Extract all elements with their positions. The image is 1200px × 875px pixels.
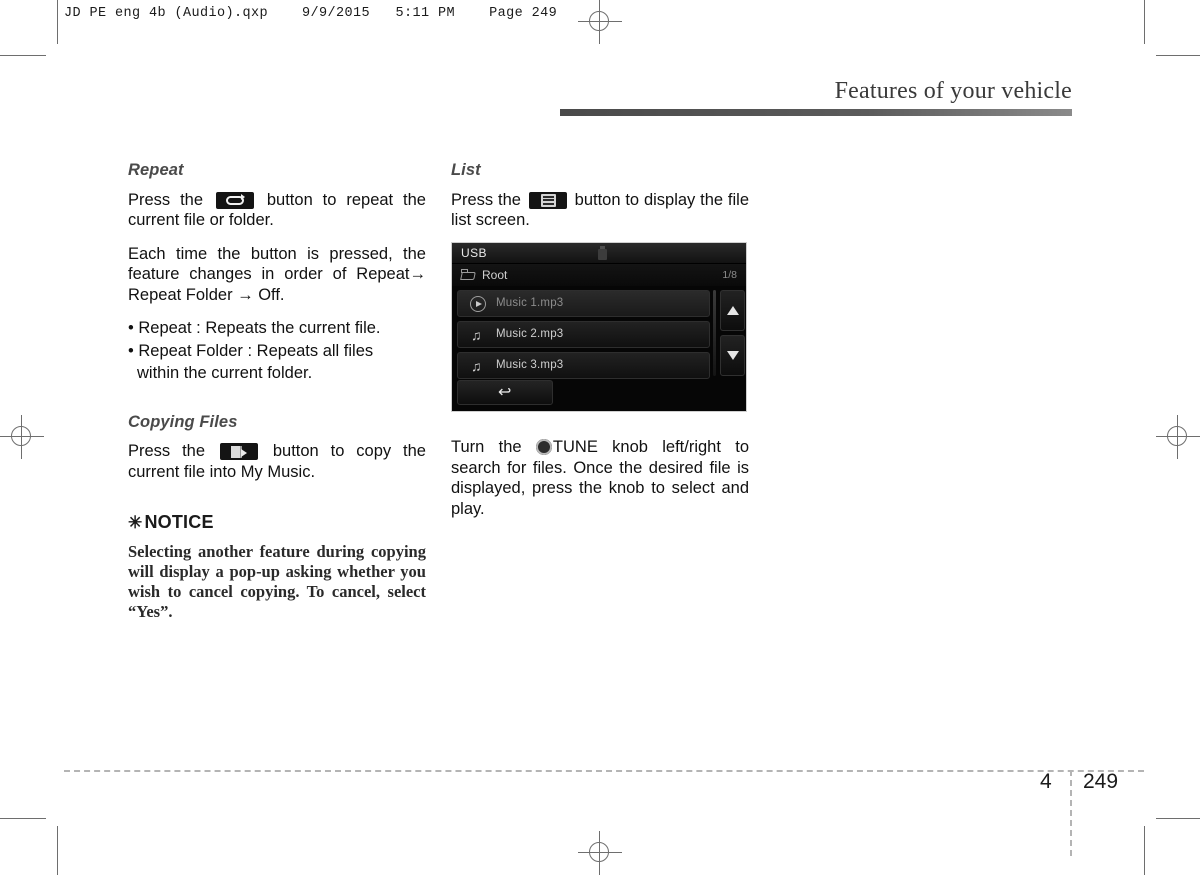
notice-body: Selecting another feature during copying… [128, 541, 426, 621]
registration-mark-bottom [578, 831, 622, 875]
folio-page-number: 249 [1083, 770, 1119, 793]
registration-mark-ring [1167, 426, 1187, 446]
notice-heading-label: NOTICE [144, 512, 214, 532]
print-file-stamp: JD PE eng 4b (Audio).qxp 9/9/2015 5:11 P… [64, 6, 558, 21]
crop-mark-top-right-vertical [1144, 0, 1145, 44]
footer-divider [64, 770, 1144, 772]
head-unit-screen: USB Root 1/8 Music 1.mp3 ♫ Music 2.mp3 ♫… [451, 242, 747, 412]
tune-knob-icon [535, 439, 552, 455]
crop-mark-bottom-left-vertical [57, 826, 58, 875]
header-rule [560, 109, 1072, 117]
crop-mark-top-left-horizontal [0, 55, 46, 56]
page-title: Features of your vehicle [834, 78, 1072, 104]
crop-mark-bottom-right-horizontal [1156, 818, 1200, 819]
scrollbar[interactable] [713, 290, 716, 376]
list-item[interactable]: ♫ Music 2.mp3 [457, 321, 710, 348]
folder-body [460, 272, 476, 280]
list-item[interactable]: Music 1.mp3 [457, 290, 710, 317]
registration-mark-ring [589, 842, 609, 862]
crop-mark-bottom-left-horizontal [0, 818, 46, 819]
crop-mark-bottom-right-vertical [1144, 826, 1145, 875]
folder-icon [460, 269, 476, 280]
repeat-icon [215, 191, 254, 209]
folio-chapter-number: 4 [1040, 770, 1052, 793]
section-heading-repeat: Repeat [128, 161, 184, 179]
breadcrumb-label: Root [482, 268, 508, 282]
repeat-bullet-2: • Repeat Folder : Repeats all files [128, 341, 374, 360]
registration-mark-ring [589, 11, 609, 31]
list-icon [528, 191, 567, 209]
scroll-down-icon [727, 351, 739, 360]
repeat-paragraph-1-before: Press the [128, 190, 204, 209]
list-paragraph-before: Press the [451, 190, 521, 209]
section-heading-list: List [451, 161, 481, 179]
footer-vertical-divider [1070, 770, 1072, 856]
list-item-label: Music 3.mp3 [496, 359, 564, 371]
left-column: Repeat Press the button to repeat the cu… [128, 160, 426, 622]
tune-knob-paragraph-before: Turn the [451, 438, 522, 456]
screen-source-title: USB [461, 246, 487, 260]
crop-mark-top-right-horizontal [1156, 55, 1200, 56]
breadcrumb-count: 1/8 [722, 269, 737, 281]
copying-paragraph: Press the button to copy the current fil… [128, 441, 426, 482]
copying-paragraph-before: Press the [128, 442, 206, 460]
crop-mark-top-left-vertical [57, 0, 58, 44]
repeat-bullet-2-continuation: within the current folder. [137, 364, 313, 382]
registration-mark-ring [11, 426, 31, 446]
back-button[interactable]: ↩ [457, 380, 553, 405]
page-header: Features of your vehicle [560, 78, 1072, 117]
list-item[interactable]: ♫ Music 3.mp3 [457, 352, 710, 379]
section-heading-copying-files: Copying Files [128, 412, 238, 431]
tune-knob-paragraph: Turn the TUNE knob left/right to search … [451, 437, 749, 519]
back-arrow-icon: ↩ [498, 384, 512, 401]
music-note-icon: ♫ [471, 358, 482, 374]
breadcrumb[interactable]: Root 1/8 [452, 264, 746, 286]
registration-mark-left [0, 415, 44, 459]
list-item-label: Music 2.mp3 [496, 328, 564, 340]
music-note-icon: ♫ [471, 327, 482, 343]
play-icon [470, 296, 486, 312]
scroll-up-button[interactable] [720, 290, 745, 331]
asterisk-icon: ✳ [128, 513, 143, 532]
repeat-bullet-1: • Repeat : Repeats the current file. [128, 319, 381, 337]
registration-mark-right [1156, 415, 1200, 459]
usb-stick-icon [598, 246, 607, 260]
list-paragraph: Press the button to display the file lis… [451, 190, 749, 231]
usb-stick-body [598, 249, 607, 260]
repeat-paragraph-1: Press the button to repeat the current f… [128, 190, 426, 231]
right-column: List Press the button to display the fil… [451, 160, 749, 231]
list-item-label: Music 1.mp3 [496, 297, 564, 309]
scroll-up-icon [727, 306, 739, 315]
notice-heading: ✳ NOTICE [128, 512, 426, 534]
copy-icon [219, 443, 258, 460]
file-list: Music 1.mp3 ♫ Music 2.mp3 ♫ Music 3.mp3 [457, 290, 710, 383]
registration-mark-top [578, 0, 622, 44]
scroll-down-button[interactable] [720, 335, 745, 376]
tune-knob-note: Turn the TUNE knob left/right to search … [451, 437, 749, 519]
repeat-paragraph-2: Each time the button is pressed, the fea… [128, 244, 426, 304]
